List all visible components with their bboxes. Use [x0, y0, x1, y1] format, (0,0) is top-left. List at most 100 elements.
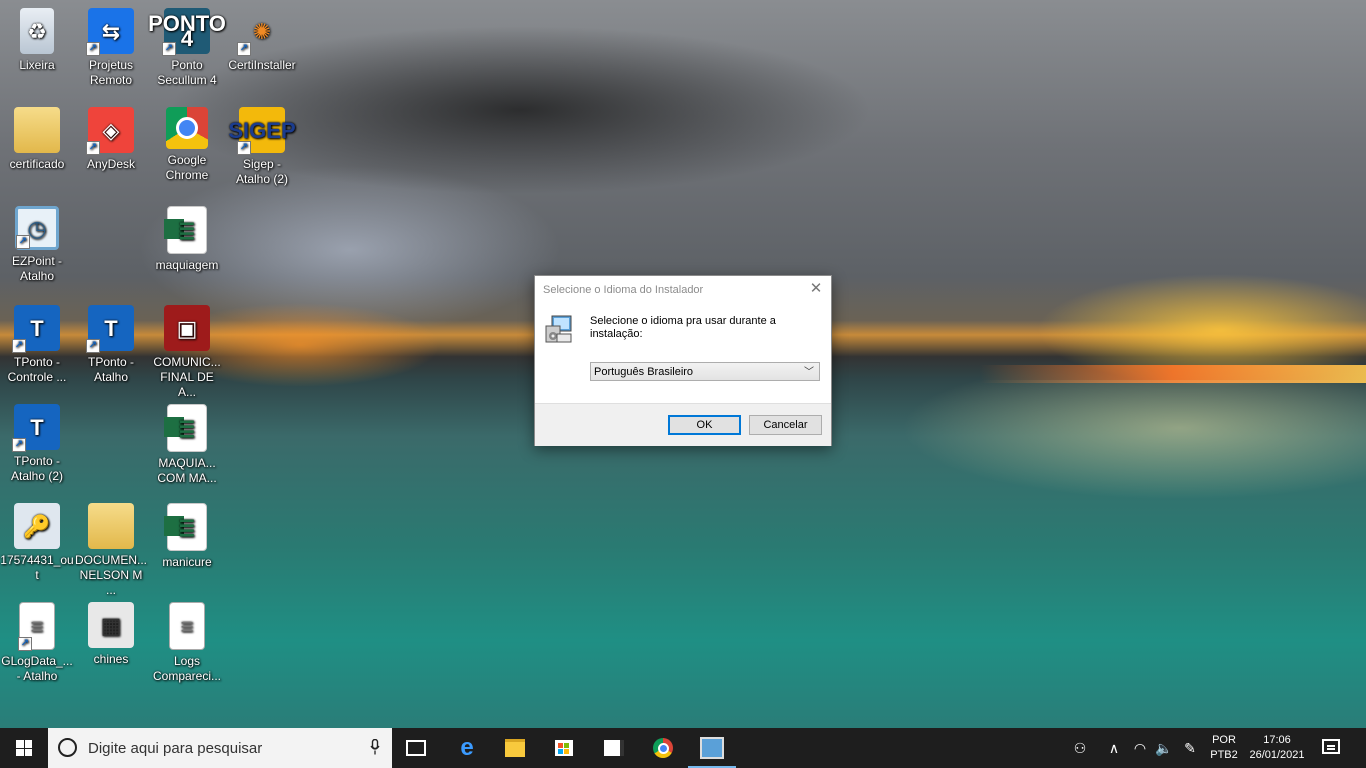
- dialog-prompt: Selecione o idioma pra usar durante a in…: [590, 315, 776, 340]
- desktop-icon-label: Sigep - Atalho (2): [235, 157, 289, 186]
- input-language-indicator[interactable]: POR PTB2: [1207, 733, 1241, 763]
- chevron-down-icon: ﹀: [804, 367, 814, 378]
- shortcut-arrow-icon: ↗: [86, 141, 100, 155]
- desktop-icon-certificado[interactable]: certificado: [0, 107, 74, 172]
- keyboard-layout: PTB2: [1210, 749, 1238, 761]
- desktop-icon-label: AnyDesk: [86, 157, 136, 171]
- certiinstaller-icon: ✺ ↗: [237, 8, 285, 56]
- store-icon: [555, 740, 573, 756]
- desktop-icon-ponto-secullum[interactable]: PONTO 4 ↗ Ponto Secullum 4: [148, 8, 226, 88]
- desktop-icon-tponto-controle[interactable]: T ↗ TPonto - Controle ...: [0, 305, 74, 385]
- edge-icon: e: [460, 734, 474, 761]
- desktop-icon-chines[interactable]: ▦ chines: [74, 602, 148, 667]
- desktop-icon-label: TPonto - Atalho (2): [10, 454, 64, 483]
- desktop-icon-label: Ponto Secullum 4: [157, 58, 217, 87]
- desktop-icon-ezpoint[interactable]: ◷ ↗ EZPoint - Atalho: [0, 206, 74, 284]
- desktop-icon-label: TPonto - Controle ...: [7, 355, 67, 384]
- taskbar-file-explorer[interactable]: [491, 728, 539, 768]
- desktop-icon-label: Google Chrome: [165, 153, 209, 182]
- desktop-icon-projetus-remoto[interactable]: ⇆ ↗ Projetus Remoto: [74, 8, 148, 88]
- desktop-icon-maquia-com-ma[interactable]: ≣ MAQUIA... COM MA...: [150, 404, 224, 486]
- certificate-file-icon: 🔑: [14, 503, 60, 549]
- desktop-icon-label: DOCUMEN... NELSON M ...: [75, 553, 147, 597]
- language-selection-dialog: Selecione o Idioma do Instalador ✕ Selec…: [534, 275, 832, 446]
- desktop-icon-label: EZPoint - Atalho: [11, 254, 62, 283]
- shortcut-arrow-icon: ↗: [237, 141, 251, 155]
- taskbar-search-box[interactable]: Digite aqui para pesquisar: [48, 728, 392, 768]
- notification-center-icon[interactable]: [1322, 739, 1340, 754]
- taskbar-edge[interactable]: e: [443, 728, 491, 768]
- desktop-icon-glogdata[interactable]: ≡ ↗ GLogData_... - Atalho: [0, 602, 74, 684]
- installer-computer-icon: [700, 737, 724, 759]
- cancel-button[interactable]: Cancelar: [749, 415, 822, 435]
- desktop-icon-label: MAQUIA... COM MA...: [157, 456, 217, 485]
- shortcut-arrow-icon: ↗: [16, 235, 30, 249]
- sticky-notes-icon: [604, 740, 624, 756]
- desktop-icon-label: GLogData_... - Atalho: [1, 654, 73, 683]
- desktop-icon-label: CertiInstaller: [228, 58, 296, 72]
- taskbar-sticky-notes[interactable]: [590, 728, 638, 768]
- taskbar: Digite aqui para pesquisar e ⚇ ∧ ◠ 🔈 ✎ P…: [0, 728, 1366, 768]
- language-select[interactable]: Português Brasileiro ﹀: [590, 362, 820, 381]
- ok-button[interactable]: OK: [668, 415, 741, 435]
- clock-time: 17:06: [1263, 734, 1291, 746]
- chevron-up-icon[interactable]: ∧: [1102, 728, 1126, 768]
- anydesk-icon: ◈ ↗: [86, 107, 134, 155]
- language-select-value: Português Brasileiro: [594, 366, 694, 378]
- shortcut-arrow-icon: ↗: [12, 438, 26, 452]
- installer-computer-icon: [545, 315, 572, 343]
- shortcut-arrow-icon: ↗: [86, 42, 100, 56]
- image-file-icon: ▣: [164, 305, 210, 351]
- desktop-icon-manicure[interactable]: ≣ manicure: [150, 503, 224, 570]
- text-file-icon: ≡ ↗: [18, 602, 55, 651]
- desktop-icon-label: manicure: [162, 555, 212, 569]
- desktop-icon-documentos-nelson[interactable]: DOCUMEN... NELSON M ...: [74, 503, 148, 598]
- volume-icon[interactable]: 🔈: [1152, 728, 1176, 768]
- tponto-icon: T ↗: [12, 404, 60, 452]
- microphone-icon[interactable]: [370, 739, 380, 755]
- desktop-icon-label: certificado: [9, 157, 65, 171]
- search-placeholder: Digite aqui para pesquisar: [88, 740, 263, 757]
- dialog-footer: OK Cancelar: [535, 403, 831, 446]
- taskbar-clock[interactable]: 17:06 26/01/2021: [1244, 733, 1310, 763]
- desktop-icon-17574431-out[interactable]: 🔑 17574431_out: [0, 503, 74, 583]
- sigep-icon: SIGEP ↗: [228, 107, 296, 155]
- wallpaper-water-glint: [900, 380, 1366, 500]
- desktop-icon-tponto-atalho[interactable]: T ↗ TPonto - Atalho: [74, 305, 148, 385]
- task-view-button[interactable]: [392, 728, 440, 768]
- pen-icon[interactable]: ✎: [1178, 728, 1202, 768]
- shortcut-arrow-icon: ↗: [12, 339, 26, 353]
- wifi-icon[interactable]: ◠: [1128, 728, 1152, 768]
- taskbar-store[interactable]: [540, 728, 588, 768]
- desktop-icon-google-chrome[interactable]: Google Chrome: [150, 107, 224, 183]
- folder-icon: [88, 503, 134, 549]
- task-view-icon: [406, 740, 426, 756]
- folder-icon: [14, 107, 60, 153]
- shortcut-arrow-icon: ↗: [162, 42, 176, 56]
- desktop-icon-logs-comparecimento[interactable]: ≡ Logs Compareci...: [150, 602, 224, 684]
- desktop-icon-label: TPonto - Atalho: [87, 355, 135, 384]
- taskbar-chrome[interactable]: [639, 728, 687, 768]
- start-button[interactable]: [0, 728, 48, 768]
- desktop-icon-label: Lixeira: [19, 58, 55, 72]
- desktop-icon-lixeira[interactable]: ♻ Lixeira: [0, 8, 74, 73]
- language-code: POR: [1212, 734, 1236, 746]
- desktop-icon-maquiagem[interactable]: ≣ maquiagem: [150, 206, 224, 273]
- dialog-body: Selecione o idioma pra usar durante a in…: [535, 306, 831, 402]
- chrome-icon: [166, 107, 208, 149]
- windows-logo-icon: [16, 740, 32, 756]
- close-icon[interactable]: ✕: [807, 280, 825, 298]
- people-icon[interactable]: ⚇: [1066, 728, 1094, 768]
- taskbar-installer[interactable]: [688, 728, 736, 768]
- tponto-icon: T ↗: [86, 305, 134, 353]
- desktop-icon-anydesk[interactable]: ◈ ↗ AnyDesk: [74, 107, 148, 172]
- text-file-icon: ≡: [169, 602, 205, 650]
- ponto-secullum-logo-text: PONTO 4: [148, 11, 226, 51]
- shortcut-arrow-icon: ↗: [18, 637, 32, 651]
- desktop-icon-sigep[interactable]: SIGEP ↗ Sigep - Atalho (2): [225, 107, 299, 187]
- desktop-icon-certiinstaller[interactable]: ✺ ↗ CertiInstaller: [225, 8, 299, 73]
- cortana-icon: [58, 738, 77, 757]
- desktop-icon-tponto-atalho-2[interactable]: T ↗ TPonto - Atalho (2): [0, 404, 74, 484]
- desktop-icon-comunicado[interactable]: ▣ COMUNIC... FINAL DE A...: [150, 305, 224, 400]
- clock-icon: ◷ ↗: [15, 206, 59, 250]
